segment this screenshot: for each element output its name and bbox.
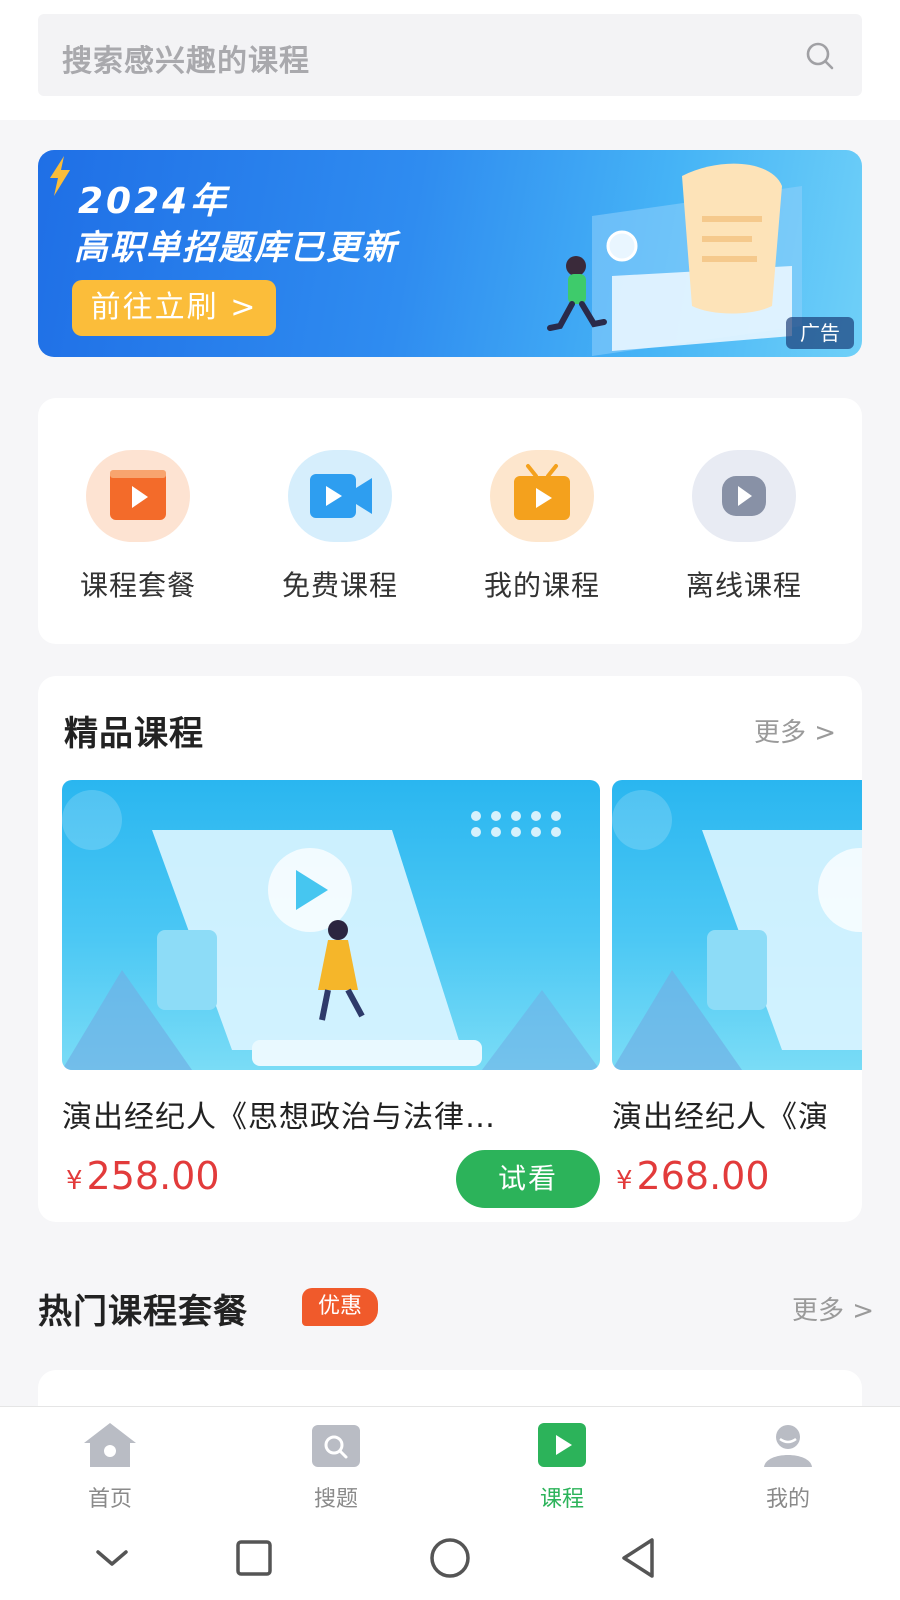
banner-title: 高职单招题库已更新	[74, 228, 398, 268]
course-price: ¥268.00	[616, 1154, 770, 1198]
quick-item-label: 我的课程	[483, 569, 600, 602]
home-icon	[84, 1423, 136, 1467]
quick-item-label: 离线课程	[685, 569, 802, 602]
home-circle-icon[interactable]	[426, 1534, 474, 1582]
bottom-tab-bar: 首页 搜题 课程 我的	[0, 1406, 900, 1514]
quick-item-course-package[interactable]: 课程套餐	[58, 450, 218, 610]
course-card[interactable]: 演出经纪人《思想政治与法律… ¥258.00 试看	[62, 780, 600, 1208]
tab-course[interactable]: 课程	[502, 1421, 622, 1513]
tab-label: 搜题	[313, 1487, 358, 1512]
search-input[interactable]: 搜索感兴趣的课程	[38, 14, 862, 96]
tab-label: 首页	[87, 1487, 132, 1512]
tab-profile[interactable]: 我的	[728, 1421, 848, 1513]
course-thumbnail	[62, 780, 600, 1070]
quick-nav: 课程套餐 免费课程 我的课程 离线课程	[38, 398, 862, 644]
app-page: 搜索感兴趣的课程 2024年 高职单招题库已更新 前往立刷 > 广告 课程套餐 …	[0, 0, 900, 1600]
course-package-icon	[86, 450, 190, 542]
featured-more-link[interactable]: 更多 >	[754, 712, 836, 749]
tab-search-question[interactable]: 搜题	[276, 1421, 396, 1513]
profile-icon	[764, 1425, 812, 1467]
course-card[interactable]: 演出经纪人《演 ¥268.00	[612, 780, 862, 1200]
quick-item-my-course[interactable]: 我的课程	[462, 450, 622, 610]
system-navigation-bar	[0, 1514, 900, 1600]
tab-home[interactable]: 首页	[50, 1421, 170, 1513]
banner-illustration	[547, 163, 802, 356]
quick-item-label: 免费课程	[281, 569, 398, 602]
featured-courses-section: 精品课程 更多 > 演出经纪人《思想政治与法律… ¥ 258.00 试看 演出经…	[38, 676, 862, 1222]
course-title: 演出经纪人《思想政治与法律…	[62, 1100, 496, 1135]
my-course-icon	[490, 450, 594, 542]
currency-symbol: ¥	[616, 1166, 633, 1196]
search-placeholder: 搜索感兴趣的课程	[62, 44, 310, 79]
course-title: 演出经纪人《演	[612, 1100, 829, 1135]
free-course-icon	[288, 450, 392, 542]
course-price: ¥258.00	[66, 1154, 220, 1198]
chevron-down-icon[interactable]	[88, 1534, 136, 1582]
course-play-icon	[538, 1423, 586, 1467]
course-thumbnail	[612, 780, 862, 1070]
search-icon[interactable]	[804, 40, 836, 72]
search-header: 搜索感兴趣的课程	[0, 0, 900, 120]
price-value: 258.00	[86, 1154, 220, 1198]
search-question-icon	[312, 1425, 360, 1467]
tab-label: 课程	[539, 1487, 584, 1512]
banner-year: 2024年	[78, 181, 230, 222]
trial-watch-button[interactable]: 试看	[456, 1150, 600, 1208]
recent-apps-icon[interactable]	[230, 1534, 278, 1582]
offline-course-icon	[692, 450, 796, 542]
quick-item-offline-course[interactable]: 离线课程	[664, 450, 824, 610]
lightning-icon	[50, 156, 70, 196]
banner-go-button[interactable]: 前往立刷 >	[72, 280, 276, 336]
hot-more-link[interactable]: 更多 >	[792, 1290, 874, 1327]
discount-badge: 优惠	[302, 1288, 378, 1326]
section-title: 精品课程	[64, 714, 204, 754]
quick-item-label: 课程套餐	[79, 569, 196, 602]
quick-item-free-course[interactable]: 免费课程	[260, 450, 420, 610]
hot-packages-title: 热门课程套餐	[38, 1292, 248, 1332]
promo-banner[interactable]: 2024年 高职单招题库已更新 前往立刷 > 广告	[38, 150, 862, 357]
tab-label: 我的	[765, 1487, 810, 1512]
back-triangle-icon[interactable]	[616, 1534, 664, 1582]
ad-tag: 广告	[786, 317, 854, 349]
currency-symbol: ¥	[66, 1166, 83, 1196]
price-value: 268.00	[636, 1154, 770, 1198]
